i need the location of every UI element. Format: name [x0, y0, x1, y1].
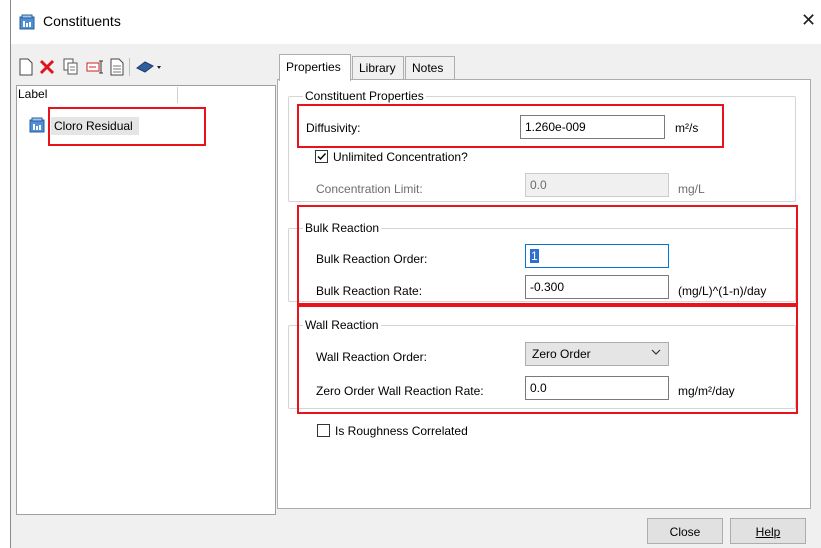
bulk-order-value: 1	[530, 249, 539, 263]
group-title: Constituent Properties	[303, 89, 426, 103]
constituents-window: Constituents ✕ Label Cloro Residual Prop…	[10, 0, 821, 548]
help-button-label: Help	[755, 525, 781, 539]
tab-notes[interactable]: Notes	[405, 56, 455, 80]
wall-order-label: Wall Reaction Order:	[316, 350, 427, 364]
roughness-label: Is Roughness Correlated	[335, 424, 468, 438]
library-icon[interactable]	[135, 58, 163, 76]
wall-order-select[interactable]: Zero Order	[525, 342, 669, 366]
tab-properties-label: Properties	[286, 60, 341, 74]
limit-input[interactable]: 0.0	[525, 173, 669, 197]
unlimited-label: Unlimited Concentration?	[333, 150, 468, 164]
tab-library[interactable]: Library	[352, 56, 404, 80]
delete-icon[interactable]	[38, 58, 56, 76]
report-icon[interactable]	[108, 58, 126, 76]
bulk-order-input[interactable]: 1	[525, 244, 669, 268]
bulk-rate-input[interactable]: -0.300	[525, 275, 669, 299]
title-bar: Constituents ✕	[11, 0, 821, 44]
constituent-icon	[29, 117, 45, 133]
tab-notes-label: Notes	[412, 61, 444, 75]
roughness-checkbox[interactable]	[317, 424, 330, 437]
diffusivity-unit: m²/s	[675, 121, 699, 135]
chevron-down-icon	[651, 349, 661, 355]
rename-icon[interactable]	[86, 58, 104, 76]
list-item-label: Cloro Residual	[51, 117, 139, 135]
group-title: Wall Reaction	[303, 318, 381, 332]
tab-library-label: Library	[359, 61, 396, 75]
copy-icon[interactable]	[62, 58, 80, 76]
constituent-list[interactable]	[16, 85, 276, 515]
group-title: Bulk Reaction	[303, 221, 382, 235]
close-icon[interactable]: ✕	[801, 11, 816, 29]
close-button[interactable]: Close	[647, 518, 723, 544]
diffusivity-input[interactable]: 1.260e-009	[520, 115, 665, 139]
list-header-separator	[177, 87, 178, 103]
limit-unit: mg/L	[678, 182, 705, 196]
tab-properties[interactable]: Properties	[279, 54, 351, 81]
bulk-order-label: Bulk Reaction Order:	[316, 252, 428, 266]
bulk-rate-label: Bulk Reaction Rate:	[316, 284, 423, 298]
check-icon	[317, 153, 327, 161]
window-title: Constituents	[43, 13, 121, 29]
bulk-rate-unit: (mg/L)^(1-n)/day	[678, 284, 767, 298]
diffusivity-label: Diffusivity:	[306, 121, 361, 135]
unlimited-checkbox[interactable]	[315, 150, 328, 163]
limit-label: Concentration Limit:	[316, 182, 423, 196]
wall-order-value: Zero Order	[532, 347, 591, 361]
new-icon[interactable]	[17, 58, 35, 76]
constituent-icon	[19, 14, 35, 30]
help-button[interactable]: Help	[730, 518, 806, 544]
wall-rate-label: Zero Order Wall Reaction Rate:	[316, 384, 484, 398]
toolbar-separator	[129, 58, 130, 76]
wall-rate-input[interactable]: 0.0	[525, 376, 669, 400]
list-header-label: Label	[18, 87, 48, 101]
wall-rate-unit: mg/m²/day	[678, 384, 735, 398]
